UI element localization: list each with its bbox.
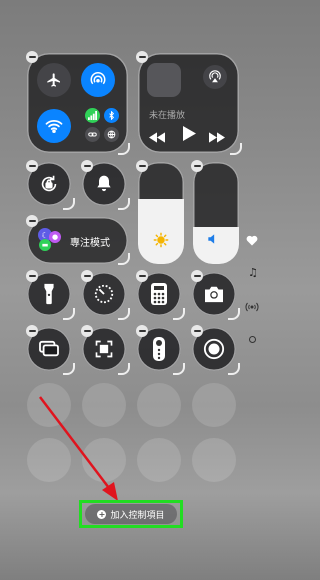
remove-volume-icon[interactable] <box>191 160 203 172</box>
remove-screen-mirroring-icon[interactable] <box>26 325 38 337</box>
remove-orientation-lock-icon[interactable] <box>26 160 38 172</box>
remove-media-icon[interactable] <box>136 51 148 63</box>
remove-focus-icon[interactable] <box>26 215 38 227</box>
remove-connectivity-icon[interactable] <box>26 51 38 63</box>
plus-circle-icon: + <box>97 509 107 519</box>
remove-code-scanner-icon[interactable] <box>81 325 93 337</box>
add-controls-label: 加入控制項目 <box>110 510 165 521</box>
remove-calculator-icon[interactable] <box>136 270 148 282</box>
remove-apple-tv-remote-icon[interactable] <box>136 325 148 337</box>
annotation-arrow <box>39 396 118 501</box>
remove-silent-mode-icon[interactable] <box>81 160 93 172</box>
remove-timer-icon[interactable] <box>81 270 93 282</box>
remove-screen-recording-icon[interactable] <box>191 325 203 337</box>
remove-flashlight-icon[interactable] <box>26 270 38 282</box>
add-controls-button[interactable]: + 加入控制項目 <box>85 504 177 524</box>
remove-camera-icon[interactable] <box>191 270 203 282</box>
remove-brightness-icon[interactable] <box>136 160 148 172</box>
